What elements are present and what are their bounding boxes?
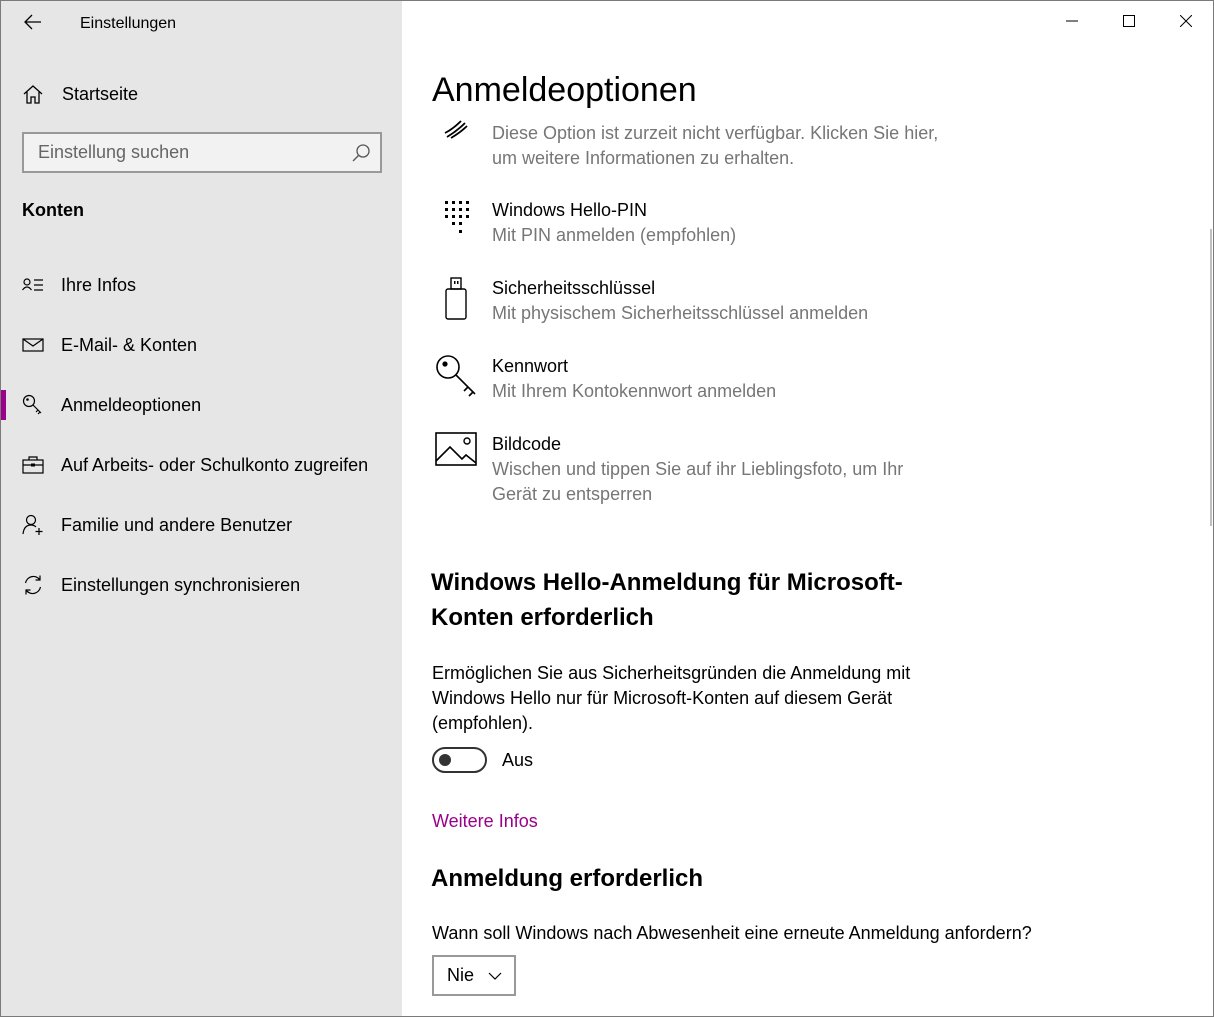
option-password[interactable]: Kennwort Mit Ihrem Kontokennwort anmelde…: [432, 353, 992, 404]
sidebar-item-label: Auf Arbeits- oder Schulkonto zugreifen: [61, 454, 369, 475]
sidebar-item-arbeitskonto[interactable]: Auf Arbeits- oder Schulkonto zugreifen: [1, 435, 402, 495]
sidebar: Einstellungen Startseite Konten Ihre Inf…: [1, 1, 402, 1016]
home-label: Startseite: [62, 83, 139, 104]
briefcase-icon: [21, 453, 45, 477]
hello-section-description: Ermöglichen Sie aus Sicherheitsgründen d…: [432, 663, 911, 733]
sidebar-item-sync[interactable]: Einstellungen synchronisieren: [1, 555, 402, 615]
sidebar-item-label: E-Mail- & Konten: [61, 334, 198, 355]
back-arrow-icon: [24, 14, 41, 30]
pin-keypad-icon: [432, 197, 480, 245]
require-signin-dropdown[interactable]: Nie: [432, 955, 516, 996]
option-title: Bildcode: [492, 434, 562, 454]
section-label-konten: Konten: [22, 200, 84, 220]
option-title: Windows Hello-PIN: [492, 200, 648, 220]
toggle-knob: [439, 754, 451, 766]
usb-key-icon: [432, 275, 480, 323]
option-title: Sicherheitsschlüssel: [492, 278, 656, 298]
sync-icon: [21, 573, 45, 597]
sidebar-item-ihre-infos[interactable]: Ihre Infos: [1, 255, 402, 315]
search-icon[interactable]: [350, 142, 372, 164]
hello-section-heading: Windows Hello-Anmeldung für Microsoft- K…: [431, 569, 903, 631]
key-icon: [21, 393, 45, 417]
settings-window: Einstellungen Startseite Konten Ihre Inf…: [0, 0, 1214, 1017]
search-box[interactable]: [22, 132, 382, 173]
option-desc: Mit PIN anmelden (empfohlen): [492, 225, 737, 245]
page-title: Anmeldeoptionen: [432, 71, 697, 109]
home-nav-item[interactable]: Startseite: [21, 79, 391, 109]
sidebar-item-label: Familie und andere Benutzer: [61, 514, 293, 535]
option-pin[interactable]: Windows Hello-PIN Mit PIN anmelden (empf…: [432, 197, 992, 248]
option-desc: Diese Option ist zurzeit nicht verfügbar…: [492, 123, 939, 168]
hello-toggle-row: Aus: [432, 747, 533, 773]
sidebar-item-familie[interactable]: Familie und andere Benutzer: [1, 495, 402, 555]
sidebar-item-label: Anmeldeoptionen: [61, 394, 202, 415]
sidebar-item-anmeldeoptionen[interactable]: Anmeldeoptionen: [1, 375, 402, 435]
chevron-down-icon: [488, 972, 502, 980]
require-section-heading: Anmeldung erforderlich: [431, 865, 704, 892]
option-fingerprint[interactable]: Diese Option ist zurzeit nicht verfügbar…: [432, 119, 992, 171]
sidebar-item-label: Einstellungen synchronisieren: [61, 574, 301, 595]
option-title: Kennwort: [492, 356, 569, 376]
toggle-state-label: Aus: [502, 749, 534, 770]
sidebar-item-email[interactable]: E-Mail- & Konten: [1, 315, 402, 375]
person-card-icon: [21, 273, 45, 297]
mail-icon: [21, 333, 45, 357]
sidebar-nav: Ihre Infos E-Mail- & Konten Anmeldeoptio…: [1, 255, 402, 615]
more-info-link[interactable]: Weitere Infos: [432, 811, 538, 832]
key-icon: [432, 353, 480, 401]
dropdown-value: Nie: [447, 965, 475, 985]
scrollbar[interactable]: [1210, 229, 1212, 526]
search-input[interactable]: [38, 142, 350, 163]
option-desc: Mit Ihrem Kontokennwort anmelden: [492, 381, 777, 401]
option-security-key[interactable]: Sicherheitsschlüssel Mit physischem Sich…: [432, 275, 992, 326]
picture-icon: [432, 431, 480, 479]
fingerprint-icon: [432, 119, 480, 167]
person-add-icon: [21, 513, 45, 537]
option-desc: Wischen und tippen Sie auf ihr Lieblings…: [492, 459, 904, 504]
option-desc: Mit physischem Sicherheitsschlüssel anme…: [492, 303, 869, 323]
hello-toggle-switch[interactable]: [432, 747, 487, 773]
back-button[interactable]: [15, 7, 51, 37]
app-title: Einstellungen: [80, 15, 177, 32]
main-content: Anmeldeoptionen Diese Option ist zurzeit…: [402, 1, 1213, 1016]
require-section-question: Wann soll Windows nach Abwesenheit eine …: [432, 923, 1032, 943]
home-icon: [21, 82, 45, 106]
sidebar-item-label: Ihre Infos: [61, 274, 137, 295]
option-picture-password[interactable]: Bildcode Wischen und tippen Sie auf ihr …: [432, 431, 992, 507]
